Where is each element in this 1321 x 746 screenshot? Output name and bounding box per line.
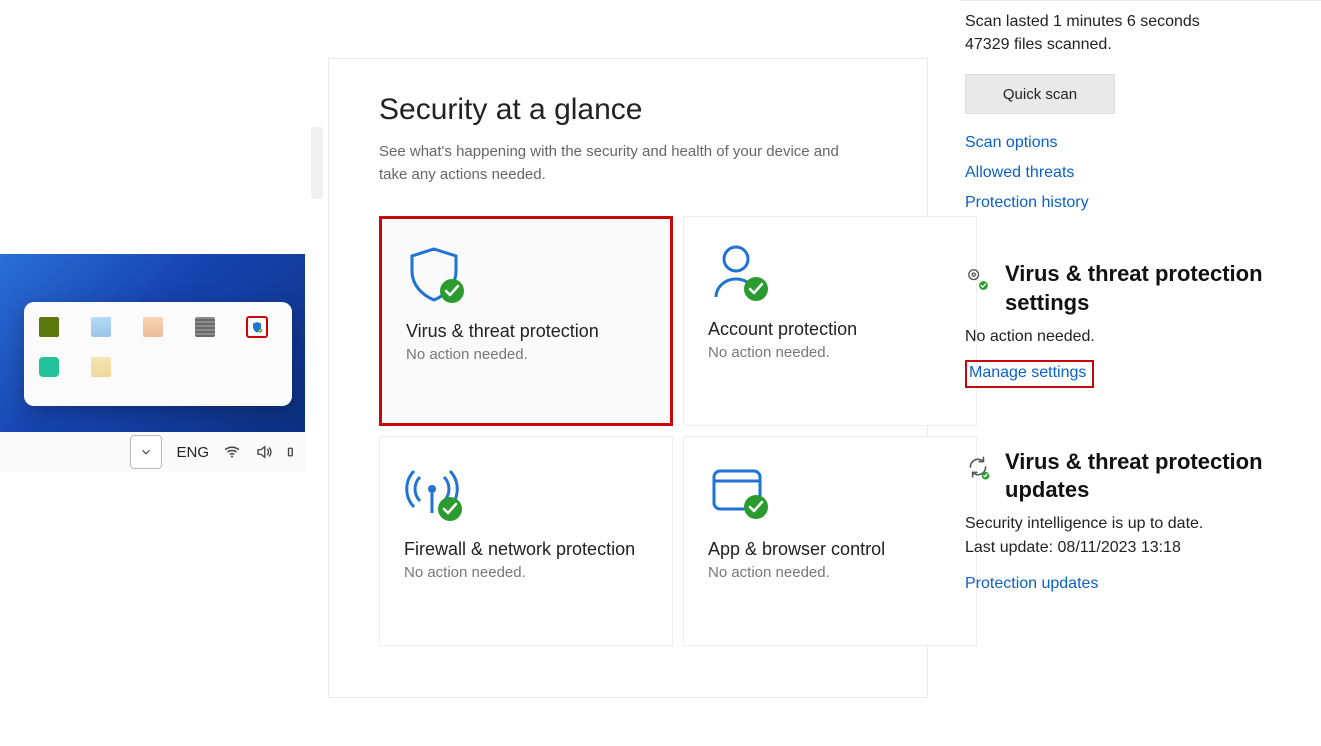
link-protection-history[interactable]: Protection history bbox=[965, 194, 1305, 212]
tray-icon-app-c[interactable] bbox=[90, 356, 112, 378]
taskbar-language[interactable]: ENG bbox=[176, 444, 209, 461]
link-protection-updates[interactable]: Protection updates bbox=[965, 575, 1305, 593]
shield-icon bbox=[406, 245, 470, 305]
section-vtp-updates: Virus & threat protection updates bbox=[965, 448, 1305, 505]
vtp-settings-heading: Virus & threat protection settings bbox=[1005, 260, 1305, 317]
tray-icon-defender[interactable] bbox=[246, 316, 268, 338]
tray-icon-app-b[interactable] bbox=[142, 316, 164, 338]
security-glance-panel: Security at a glance See what's happenin… bbox=[328, 58, 928, 698]
wifi-icon[interactable] bbox=[223, 443, 241, 461]
vtp-updates-status: Security intelligence is up to date. bbox=[965, 515, 1305, 533]
system-tray-popup bbox=[24, 302, 292, 406]
tile-title: Account protection bbox=[708, 319, 952, 340]
taskbar: ENG bbox=[0, 432, 305, 472]
tray-icon-app-a[interactable] bbox=[90, 316, 112, 338]
antenna-icon bbox=[404, 463, 468, 523]
browser-icon bbox=[708, 463, 772, 523]
sound-icon[interactable] bbox=[255, 443, 273, 461]
section-vtp-settings: Virus & threat protection settings bbox=[965, 260, 1305, 317]
tile-status: No action needed. bbox=[406, 346, 646, 363]
quick-scan-button[interactable]: Quick scan bbox=[965, 74, 1115, 114]
tile-status: No action needed. bbox=[404, 564, 648, 581]
link-scan-options[interactable]: Scan options bbox=[965, 134, 1305, 152]
quick-scan-label: Quick scan bbox=[1003, 86, 1077, 103]
tile-title: Firewall & network protection bbox=[404, 539, 648, 560]
glance-tile-grid: Virus & threat protection No action need… bbox=[379, 216, 927, 646]
glance-subtitle: See what's happening with the security a… bbox=[379, 141, 859, 186]
tile-status: No action needed. bbox=[708, 564, 952, 581]
gears-icon bbox=[965, 266, 991, 297]
virus-threat-detail-column: Scan lasted 1 minutes 6 seconds 47329 fi… bbox=[965, 0, 1305, 746]
tray-icon-nvidia[interactable] bbox=[38, 316, 60, 338]
tile-app-browser[interactable]: App & browser control No action needed. bbox=[683, 436, 977, 646]
tray-icon-vent[interactable] bbox=[194, 316, 216, 338]
tile-title: Virus & threat protection bbox=[406, 321, 646, 342]
panel-edge bbox=[311, 127, 323, 199]
vtp-updates-heading: Virus & threat protection updates bbox=[1005, 448, 1305, 505]
tray-icon-samsung[interactable] bbox=[38, 356, 60, 378]
link-manage-settings[interactable]: Manage settings bbox=[965, 360, 1094, 388]
tile-firewall-network[interactable]: Firewall & network protection No action … bbox=[379, 436, 673, 646]
tile-title: App & browser control bbox=[708, 539, 952, 560]
tile-virus-threat[interactable]: Virus & threat protection No action need… bbox=[379, 216, 673, 426]
vtp-settings-status: No action needed. bbox=[965, 328, 1305, 346]
scan-duration: Scan lasted 1 minutes 6 seconds bbox=[965, 10, 1305, 33]
tile-account-protection[interactable]: Account protection No action needed. bbox=[683, 216, 977, 426]
vtp-updates-last: Last update: 08/11/2023 13:18 bbox=[965, 539, 1305, 557]
desktop-tray-region: ENG bbox=[0, 254, 305, 464]
person-icon bbox=[708, 243, 772, 303]
tile-status: No action needed. bbox=[708, 344, 952, 361]
glance-title: Security at a glance bbox=[379, 93, 927, 127]
link-allowed-threats[interactable]: Allowed threats bbox=[965, 164, 1305, 182]
battery-icon[interactable] bbox=[287, 443, 305, 461]
tray-expand-button[interactable] bbox=[130, 435, 162, 469]
refresh-icon bbox=[965, 454, 991, 485]
scan-files-count: 47329 files scanned. bbox=[965, 33, 1305, 56]
